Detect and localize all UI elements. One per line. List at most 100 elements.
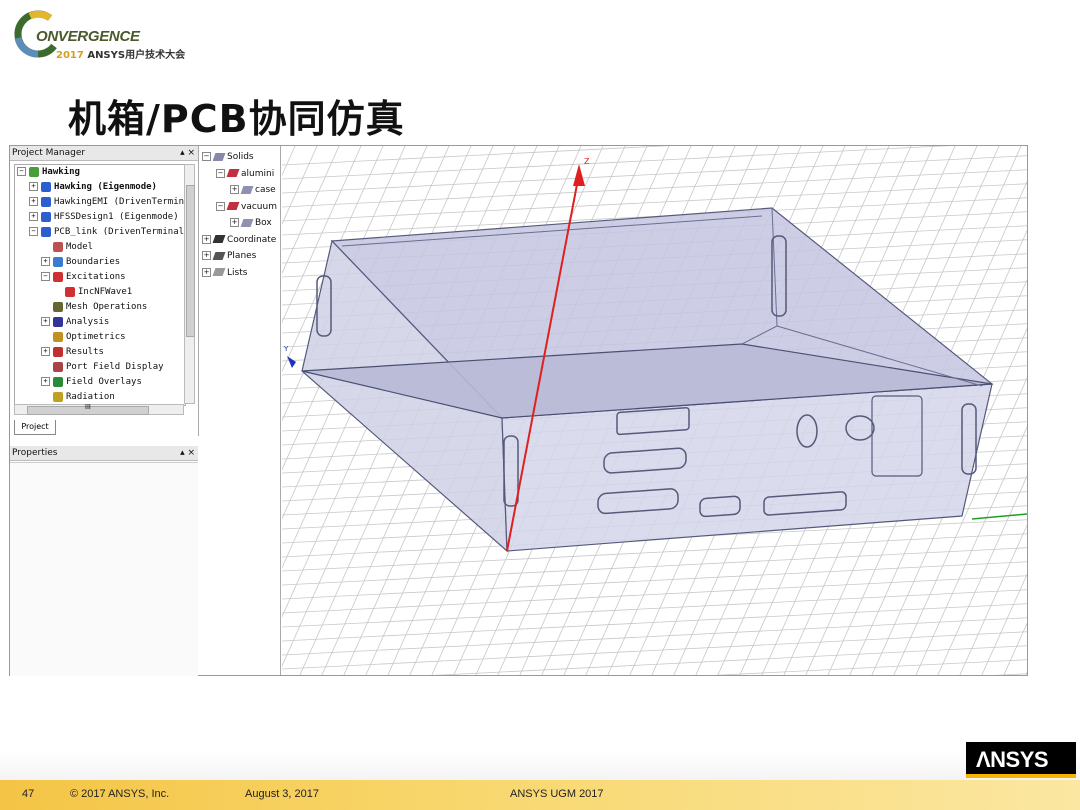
tree-item-label: Model: [66, 242, 94, 252]
tree-item-label: IncNFWave1: [78, 287, 133, 297]
model-tree-item[interactable]: + Lists: [202, 266, 247, 281]
tree-item-label: PCB_link (DrivenTerminal): [54, 227, 186, 237]
boundaries-icon: [53, 256, 63, 267]
tree-item[interactable]: − Hawking: [17, 165, 80, 180]
tree-item[interactable]: + Hawking (Eigenmode): [29, 180, 157, 195]
tree-item[interactable]: + HawkingEMI (DrivenTerminal): [29, 195, 185, 210]
expand-icon[interactable]: +: [202, 234, 211, 244]
project-manager-title: Project Manager ▴ ×: [10, 146, 198, 161]
collapse-icon[interactable]: −: [216, 201, 225, 211]
project-icon: [29, 166, 39, 177]
expand-icon[interactable]: +: [29, 197, 38, 206]
tree-item[interactable]: Optimetrics: [41, 330, 126, 345]
model-tree-item[interactable]: − Solids: [202, 150, 254, 165]
model-tree-label: Planes: [227, 251, 257, 261]
collapse-icon[interactable]: −: [41, 272, 50, 281]
model-tree-item[interactable]: + Coordinate: [202, 233, 276, 248]
object-icon: [240, 185, 254, 194]
expand-icon[interactable]: +: [41, 317, 50, 326]
model-tree-item[interactable]: + Planes: [202, 249, 256, 264]
tree-item[interactable]: − PCB_link (DrivenTerminal): [29, 225, 186, 240]
analysis-icon: [53, 316, 63, 327]
tree-item[interactable]: + Boundaries: [41, 255, 120, 270]
grid-line: [993, 673, 1027, 675]
panel-controls[interactable]: ▴ ×: [180, 146, 195, 160]
collapse-icon[interactable]: −: [216, 168, 225, 178]
tree-item-label: Port Field Display: [66, 362, 164, 372]
collapse-icon[interactable]: −: [17, 167, 26, 176]
model-tree-label: Solids: [227, 152, 254, 162]
grid-line: [1025, 671, 1027, 675]
model-tree-item[interactable]: − vacuum: [216, 200, 277, 215]
z-axis-label: Z: [584, 157, 590, 166]
tree-item-label: Analysis: [66, 317, 110, 327]
tree-item-label: Boundaries: [66, 257, 121, 267]
tree-vertical-scrollbar[interactable]: [184, 164, 195, 404]
planes-icon: [212, 251, 226, 260]
expand-icon[interactable]: +: [230, 218, 239, 227]
tree-item[interactable]: Mesh Operations: [41, 300, 147, 315]
tree-item[interactable]: + Results: [41, 345, 104, 360]
model-tree-item[interactable]: + Box: [230, 216, 272, 231]
viewport-canvas[interactable]: Z Y: [282, 146, 1027, 675]
3d-modeler-viewport[interactable]: Z Y: [282, 146, 1027, 675]
tree-item[interactable]: + Field Overlays: [41, 375, 142, 390]
expand-icon[interactable]: +: [41, 347, 50, 356]
model-tree-label: vacuum: [241, 201, 277, 212]
model-tree-item[interactable]: − alumini: [216, 167, 274, 182]
hfss-design-icon: [41, 226, 51, 237]
expand-icon[interactable]: +: [202, 267, 211, 277]
wave-icon: [65, 286, 75, 297]
logo-caption: 2017 ANSYS用户技术大会: [56, 46, 185, 61]
material-icon: [226, 169, 240, 177]
tree-horizontal-scrollbar[interactable]: III: [14, 404, 184, 415]
y-axis-arrow-icon: [287, 356, 296, 368]
tree-item-label: Field Overlays: [66, 377, 142, 387]
tree-item[interactable]: Port Field Display: [41, 360, 164, 375]
properties-panel: Properties ▴ ×: [10, 446, 198, 676]
grid-line: [282, 146, 296, 177]
tree-item[interactable]: + Analysis: [41, 315, 109, 330]
scroll-grip: III: [85, 404, 91, 411]
tree-item-label: Excitations: [66, 272, 126, 282]
model-tree-label: Box: [255, 218, 272, 228]
panel-controls[interactable]: ▴ ×: [180, 446, 195, 460]
model-tree-label: alumini: [241, 168, 275, 179]
hfss-design-icon: [41, 211, 51, 222]
optimetrics-icon: [53, 331, 63, 342]
expand-icon[interactable]: +: [202, 251, 211, 260]
tab-project[interactable]: Project: [14, 420, 56, 435]
slide-footer: 47 © 2017 ANSYS, Inc. August 3, 2017 ANS…: [0, 780, 1080, 810]
z-axis-arrow-icon: [573, 164, 585, 186]
expand-icon[interactable]: +: [41, 257, 50, 266]
results-icon: [53, 346, 63, 357]
tree-item[interactable]: Radiation: [41, 390, 115, 405]
logo-word: ONVERGENCE: [36, 28, 140, 45]
grid-line: [433, 645, 1027, 675]
tree-item-label: HFSSDesign1 (Eigenmode): [54, 212, 179, 222]
logo-event: ANSYS用户技术大会: [83, 50, 186, 61]
tree-item-label: Mesh Operations: [66, 302, 148, 312]
enclosure-box[interactable]: [301, 207, 994, 553]
tree-item[interactable]: IncNFWave1: [53, 285, 132, 300]
project-manager-label: Project Manager: [12, 148, 86, 158]
model-tree-label: case: [255, 185, 276, 195]
y-axis-label: Y: [283, 345, 289, 353]
model-tree[interactable]: − Solids − alumini + case − vacuum + Box + Coordina…: [200, 146, 281, 675]
tree-item[interactable]: − Excitations: [41, 270, 126, 285]
collapse-icon[interactable]: −: [29, 227, 38, 236]
expand-icon[interactable]: +: [29, 182, 38, 191]
scroll-thumb[interactable]: [186, 185, 195, 337]
model-tree-item[interactable]: + case: [230, 183, 276, 198]
copyright: © 2017 ANSYS, Inc.: [70, 788, 170, 800]
tree-item[interactable]: + HFSSDesign1 (Eigenmode): [29, 210, 179, 225]
expand-icon[interactable]: +: [29, 212, 38, 221]
expand-icon[interactable]: +: [41, 377, 50, 386]
project-tree[interactable]: − Hawking + Hawking (Eigenmode) + HawkingEMI …: [14, 164, 186, 406]
tree-item[interactable]: Model: [41, 240, 93, 255]
expand-icon[interactable]: +: [230, 185, 239, 194]
tree-item-label: Hawking: [42, 167, 80, 177]
footer-band: [0, 752, 1080, 780]
x-axis: [971, 513, 1027, 520]
collapse-icon[interactable]: −: [202, 152, 211, 161]
